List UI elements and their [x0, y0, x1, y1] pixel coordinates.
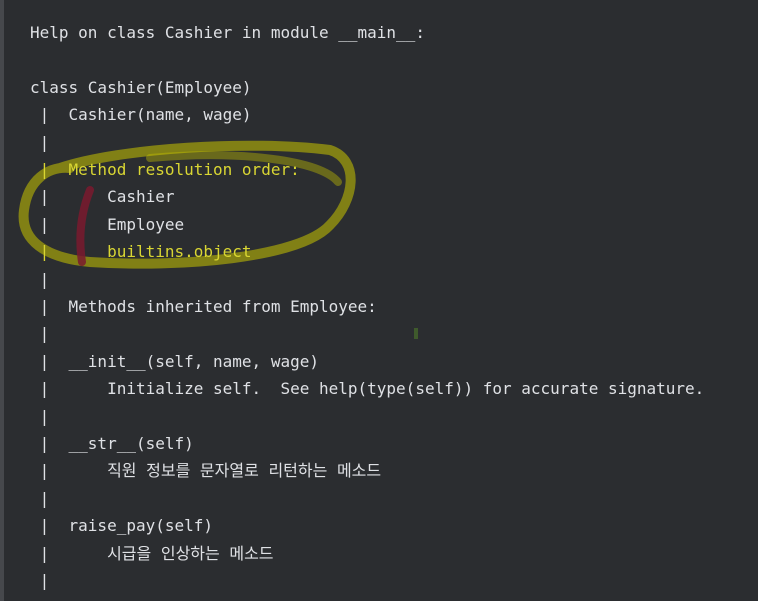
console-line: | Method resolution order: [30, 160, 300, 179]
console-line: Help on class Cashier in module __main__… [30, 23, 425, 42]
console-line: class Cashier(Employee) [30, 77, 252, 97]
console-line: | 시급을 인상하는 메소드 [30, 543, 274, 563]
console-line: | Initialize self. See help(type(self)) … [30, 379, 705, 399]
console-line: | [30, 571, 50, 590]
stray-mark [414, 328, 418, 339]
console-line: | [30, 132, 50, 152]
console-line: | [30, 488, 50, 508]
console-line: | 직원 정보를 문자열로 리턴하는 메소드 [30, 461, 382, 481]
console-line: | [30, 324, 50, 344]
console-line: | Cashier [30, 187, 175, 207]
console-gutter [0, 0, 4, 601]
console-line: | builtins.object [30, 242, 252, 262]
console-line: | [30, 269, 50, 289]
console-line: | Cashier(name, wage) [30, 105, 252, 125]
help-output-console: Help on class Cashier in module __main__… [0, 0, 758, 601]
console-line: | raise_pay(self) [30, 516, 214, 536]
console-line: | [30, 406, 50, 426]
console-line: | __str__(self) [30, 434, 194, 453]
console-line: | Methods inherited from Employee: [30, 297, 377, 316]
console-line: | __init__(self, name, wage) [30, 351, 319, 371]
console-line: | Employee [30, 214, 185, 234]
